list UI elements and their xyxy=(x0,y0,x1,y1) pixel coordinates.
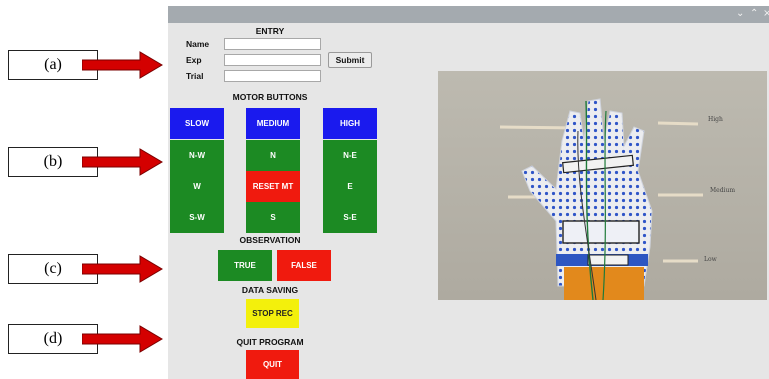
annotation-label: (c) xyxy=(44,260,62,277)
quit-button[interactable]: QUIT xyxy=(246,350,299,379)
annotation-arrow-c xyxy=(82,255,163,283)
motor-button-slow[interactable]: SLOW xyxy=(170,108,224,139)
motor-button-reset-mt[interactable]: RESET MT xyxy=(246,171,300,202)
annotation-arrow-b xyxy=(82,148,163,176)
motor-button-s-w[interactable]: S-W xyxy=(170,202,224,233)
camera-label-medium: Medium xyxy=(710,187,735,194)
annotation-arrow-a xyxy=(82,51,163,79)
title-bar[interactable]: ⌄ ⌃ × xyxy=(168,6,769,23)
false-button[interactable]: FALSE xyxy=(277,250,331,281)
quit-program-title: QUIT PROGRAM xyxy=(236,337,304,347)
camera-label-high: High xyxy=(708,116,723,123)
name-label: Name xyxy=(186,39,210,49)
entry-title: ENTRY xyxy=(255,26,285,36)
motor-button-n-e[interactable]: N-E xyxy=(323,140,377,171)
annotation-label: (b) xyxy=(43,153,63,170)
motor-button-s[interactable]: S xyxy=(246,202,300,233)
motor-button-n[interactable]: N xyxy=(246,140,300,171)
motor-button-e[interactable]: E xyxy=(323,171,377,202)
motor-button-high[interactable]: HIGH xyxy=(323,108,377,139)
annotation-label: (d) xyxy=(43,330,63,347)
true-button[interactable]: TRUE xyxy=(218,250,272,281)
annotation-arrow-d xyxy=(82,325,163,353)
submit-button[interactable]: Submit xyxy=(328,52,372,68)
camera-feed: High Medium Low xyxy=(438,71,767,300)
name-input[interactable] xyxy=(224,38,321,50)
motor-button-w[interactable]: W xyxy=(170,171,224,202)
chevron-down-icon[interactable]: ⌄ xyxy=(736,7,744,21)
data-saving-title: DATA SAVING xyxy=(241,285,299,295)
trial-label: Trial xyxy=(186,71,204,81)
camera-label-low: Low xyxy=(704,256,718,263)
chevron-up-icon[interactable]: ⌃ xyxy=(750,7,758,21)
app-window: ⌄ ⌃ × ENTRY Name Exp Trial Submit MOTOR … xyxy=(168,6,769,379)
motor-button-medium[interactable]: MEDIUM xyxy=(246,108,300,139)
close-icon[interactable]: × xyxy=(763,7,769,21)
stop-rec-button[interactable]: STOP REC xyxy=(246,299,299,328)
observation-title: OBSERVATION xyxy=(239,235,301,245)
motor-buttons-title: MOTOR BUTTONS xyxy=(232,92,308,102)
exp-input[interactable] xyxy=(224,54,321,66)
glove-photo: High Medium Low xyxy=(438,71,767,300)
motor-button-s-e[interactable]: S-E xyxy=(323,202,377,233)
trial-input[interactable] xyxy=(224,70,321,82)
exp-label: Exp xyxy=(186,55,202,65)
motor-button-n-w[interactable]: N-W xyxy=(170,140,224,171)
annotation-label: (a) xyxy=(44,56,62,73)
